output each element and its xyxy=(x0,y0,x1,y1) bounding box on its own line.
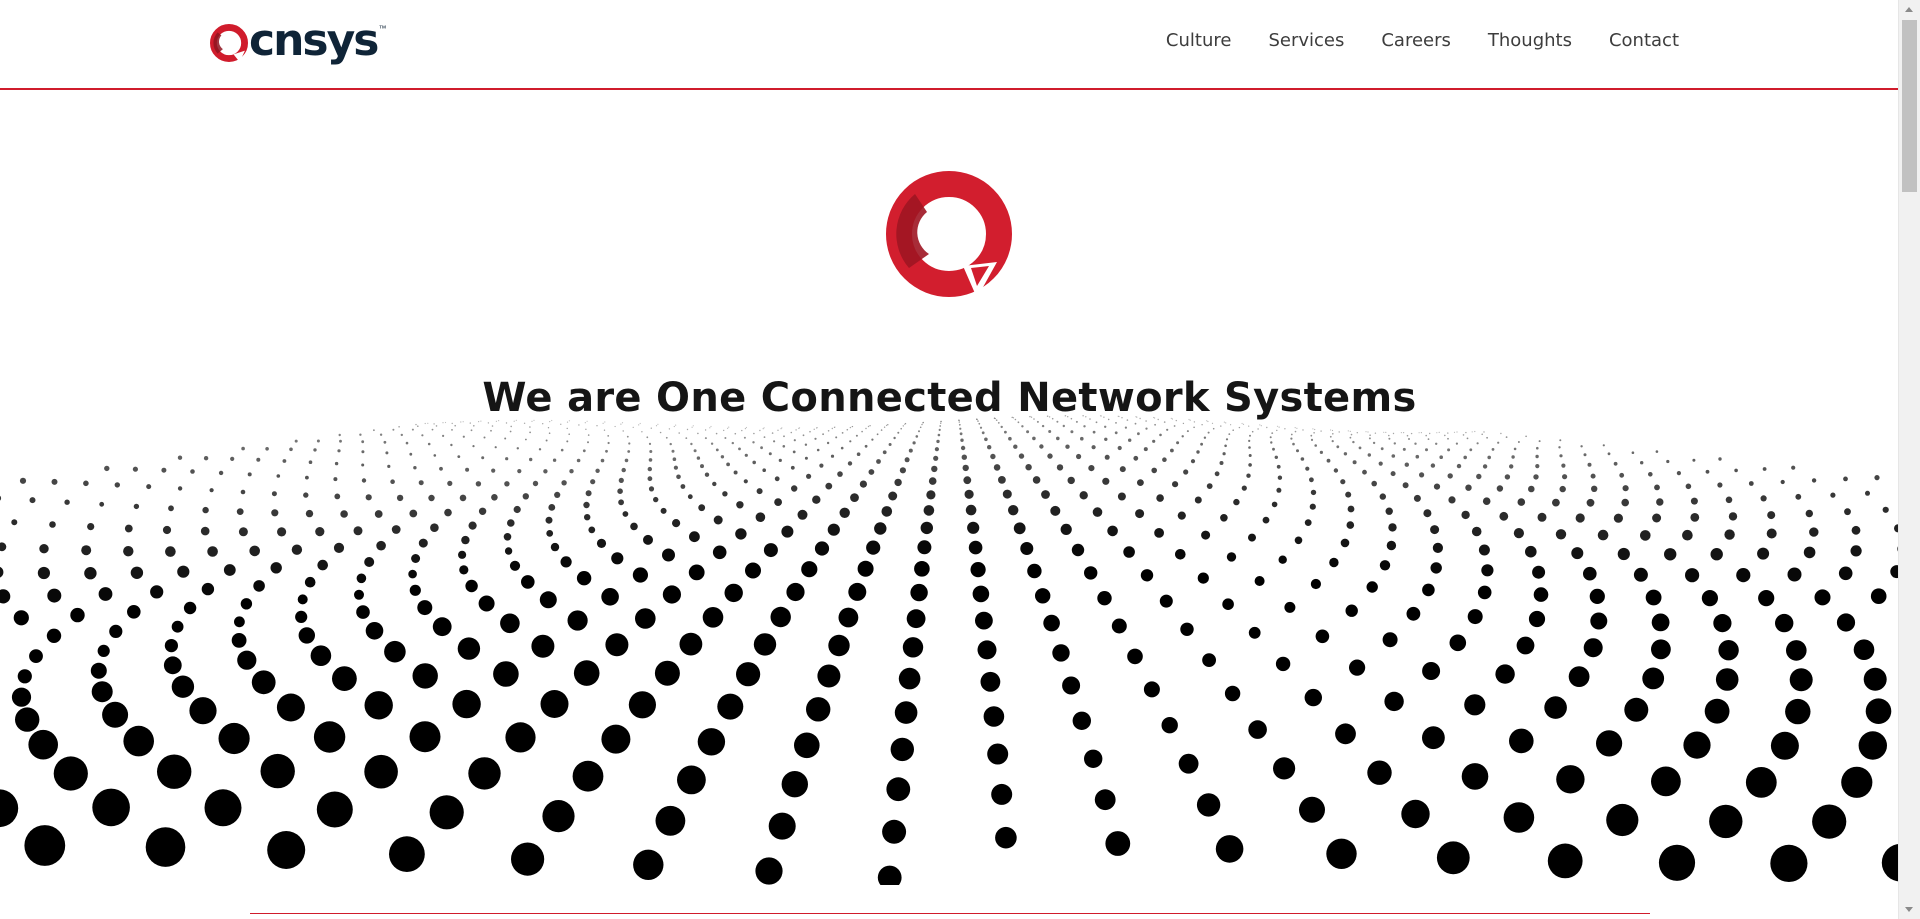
section-divider xyxy=(250,913,1650,914)
nav-services[interactable]: Services xyxy=(1268,30,1344,51)
dotted-wave-background xyxy=(0,415,1899,885)
scroll-thumb[interactable] xyxy=(1902,20,1917,192)
ocnsys-logo[interactable]: cnsys ™ xyxy=(210,18,386,68)
scroll-up-arrow-icon[interactable] xyxy=(1905,7,1913,12)
nav-thoughts[interactable]: Thoughts xyxy=(1488,30,1572,51)
trademark-mark: ™ xyxy=(378,24,387,33)
site-header: cnsys ™ Culture Services Careers Thought… xyxy=(0,0,1899,90)
ocnsys-ring-icon xyxy=(210,24,248,62)
scroll-down-arrow-icon[interactable] xyxy=(1905,907,1913,912)
vertical-scrollbar[interactable] xyxy=(1898,0,1920,919)
main-nav: Culture Services Careers Thoughts Contac… xyxy=(1129,30,1679,51)
page: cnsys ™ Culture Services Careers Thought… xyxy=(0,0,1920,919)
nav-contact[interactable]: Contact xyxy=(1609,30,1679,51)
brand-name: cnsys xyxy=(249,15,379,66)
nav-culture[interactable]: Culture xyxy=(1166,30,1232,51)
nav-careers[interactable]: Careers xyxy=(1381,30,1451,51)
ocnsys-ring-icon xyxy=(886,171,1012,298)
